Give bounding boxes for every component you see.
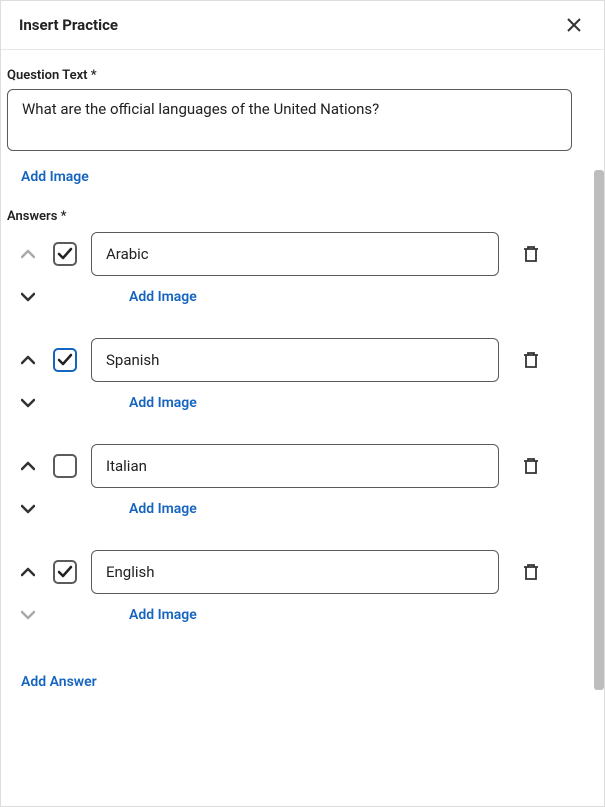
answer-row (17, 232, 586, 276)
answer-sub-row: Add Image (17, 500, 586, 518)
delete-answer-button[interactable] (519, 559, 543, 585)
move-down-button[interactable] (17, 288, 39, 306)
modal-header: Insert Practice (1, 1, 604, 50)
answers-label: Answers * (7, 209, 586, 224)
question-text-label: Question Text * (7, 68, 586, 83)
answer-row (17, 444, 586, 488)
chevron-up-icon (21, 567, 35, 577)
answer-row (17, 338, 586, 382)
move-down-button[interactable] (17, 606, 39, 624)
move-down-button[interactable] (17, 394, 39, 412)
chevron-up-icon (21, 249, 35, 259)
delete-answer-button[interactable] (519, 347, 543, 373)
chevron-up-icon (21, 355, 35, 365)
answer-text-input[interactable] (91, 338, 499, 382)
answer-checkbox[interactable] (53, 348, 77, 372)
trash-icon (523, 563, 539, 581)
add-image-answer-link[interactable]: Add Image (129, 501, 197, 517)
move-up-button[interactable] (17, 563, 39, 581)
answer-row (17, 550, 586, 594)
check-icon (57, 564, 73, 580)
chevron-down-icon (21, 610, 35, 620)
answer-text-input[interactable] (91, 232, 499, 276)
answer-checkbox[interactable] (53, 454, 77, 478)
add-image-answer-link[interactable]: Add Image (129, 395, 197, 411)
answer-checkbox[interactable] (53, 242, 77, 266)
check-icon (57, 246, 73, 262)
answer-text-input[interactable] (91, 550, 499, 594)
modal-title: Insert Practice (19, 16, 118, 34)
scrollbar[interactable] (594, 170, 604, 690)
delete-answer-button[interactable] (519, 241, 543, 267)
modal-body: Question Text * Add Image Answers * (1, 50, 604, 806)
trash-icon (523, 245, 539, 263)
question-text-input[interactable] (7, 89, 572, 151)
add-answer-link[interactable]: Add Answer (21, 674, 97, 690)
close-button[interactable] (562, 13, 586, 37)
answer-checkbox[interactable] (53, 560, 77, 584)
add-image-answer-link[interactable]: Add Image (129, 289, 197, 305)
answer-sub-row: Add Image (17, 288, 586, 306)
add-image-question-link[interactable]: Add Image (21, 169, 89, 185)
trash-icon (523, 351, 539, 369)
chevron-down-icon (21, 292, 35, 302)
chevron-down-icon (21, 398, 35, 408)
insert-practice-modal: Insert Practice Question Text * Add Imag… (0, 0, 605, 807)
trash-icon (523, 457, 539, 475)
move-up-button[interactable] (17, 351, 39, 369)
check-icon (57, 352, 73, 368)
answers-section: Answers * (7, 209, 586, 690)
chevron-up-icon (21, 461, 35, 471)
close-icon (566, 17, 582, 33)
move-down-button[interactable] (17, 500, 39, 518)
answer-text-input[interactable] (91, 444, 499, 488)
answer-sub-row: Add Image (17, 394, 586, 412)
move-up-button[interactable] (17, 245, 39, 263)
delete-answer-button[interactable] (519, 453, 543, 479)
move-up-button[interactable] (17, 457, 39, 475)
answer-sub-row: Add Image (17, 606, 586, 624)
add-image-answer-link[interactable]: Add Image (129, 607, 197, 623)
chevron-down-icon (21, 504, 35, 514)
